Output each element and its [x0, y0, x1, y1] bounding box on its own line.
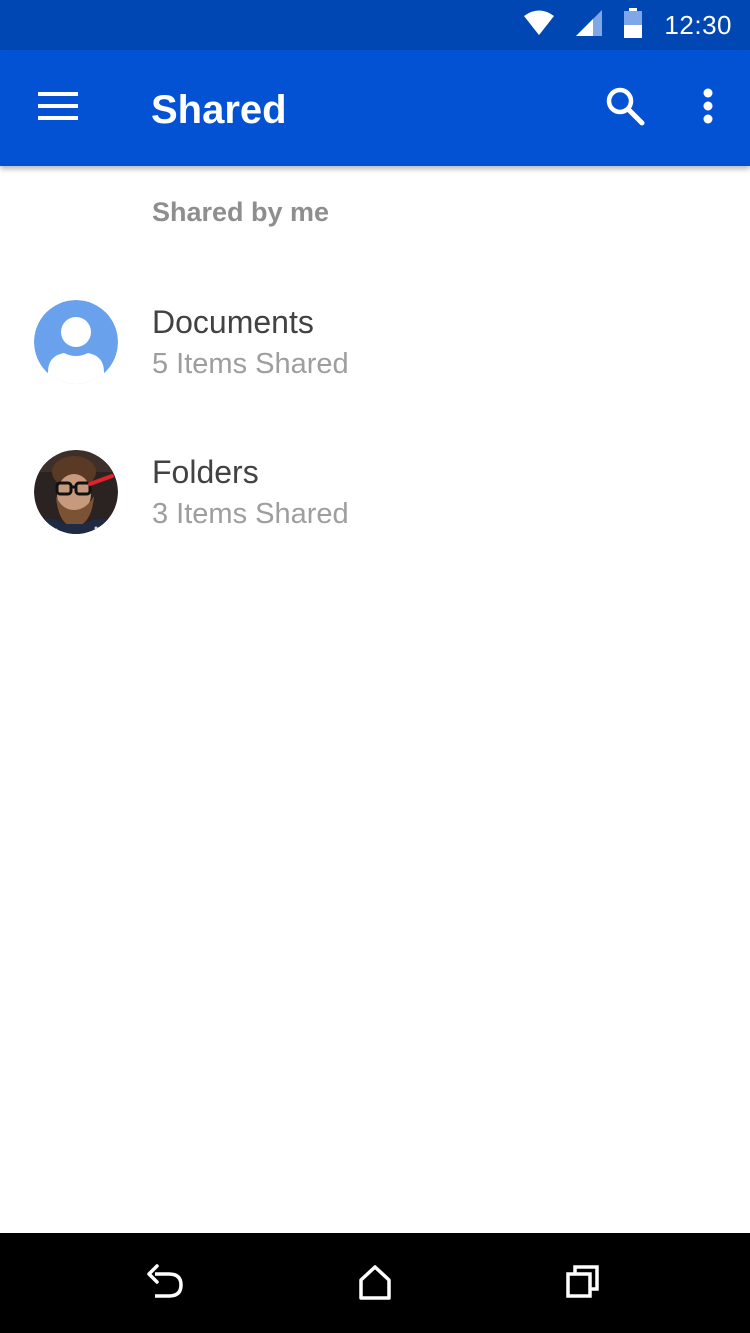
more-vert-icon	[702, 88, 714, 129]
item-subtitle: 3 Items Shared	[152, 498, 349, 530]
back-button[interactable]	[142, 1259, 192, 1309]
menu-button[interactable]	[26, 80, 90, 136]
app-bar: Shared	[0, 50, 750, 166]
status-time: 12:30	[664, 9, 732, 40]
page-title: Shared	[151, 88, 287, 132]
recents-icon	[565, 1264, 601, 1305]
screen: 12:30 Shared Shared by me Documents 5 It…	[0, 0, 750, 1333]
home-icon	[357, 1264, 393, 1305]
item-title: Documents	[152, 304, 314, 340]
user-photo-avatar	[34, 450, 118, 534]
more-options-button[interactable]	[684, 80, 732, 136]
search-button[interactable]	[596, 80, 654, 136]
system-nav-bar	[0, 1233, 750, 1333]
item-subtitle: 5 Items Shared	[152, 348, 349, 380]
menu-icon	[38, 91, 78, 125]
list-item-folders[interactable]: Folders 3 Items Shared	[0, 426, 750, 556]
list-item-documents[interactable]: Documents 5 Items Shared	[0, 276, 750, 406]
item-title: Folders	[152, 454, 259, 490]
search-icon	[605, 86, 645, 131]
cell-signal-icon	[576, 9, 603, 41]
back-icon	[147, 1263, 187, 1305]
status-bar: 12:30	[0, 0, 750, 50]
battery-icon	[624, 7, 643, 43]
section-header: Shared by me	[152, 197, 330, 227]
wifi-icon	[524, 10, 555, 41]
home-button[interactable]	[350, 1259, 400, 1309]
recents-button[interactable]	[558, 1259, 608, 1309]
default-person-avatar	[34, 300, 118, 384]
